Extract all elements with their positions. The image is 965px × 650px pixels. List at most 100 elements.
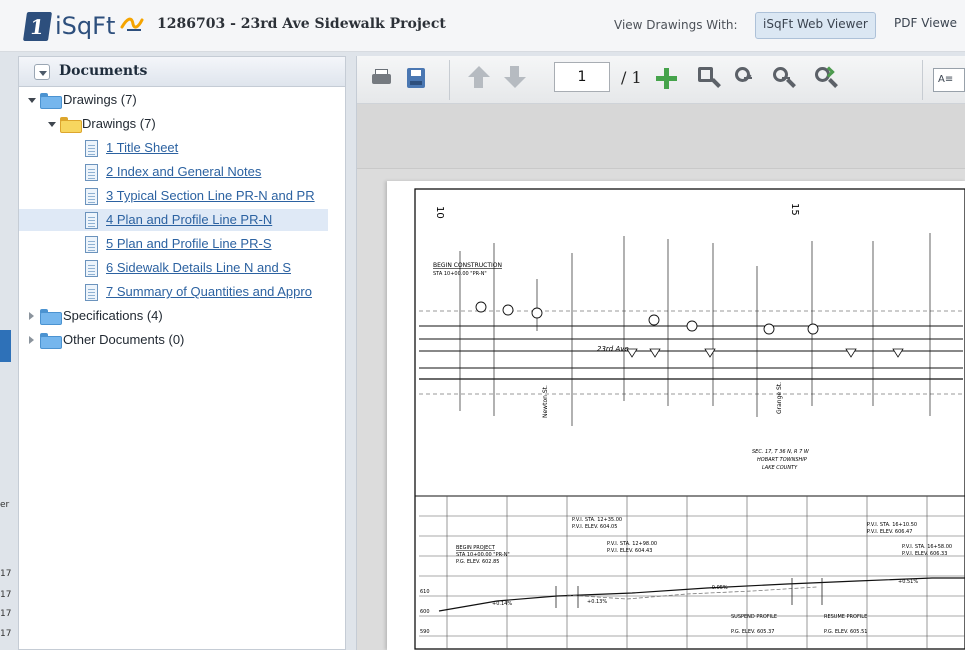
pvi-2-label: P.V.I. STA. 12+98.00 — [607, 541, 657, 547]
tree-item-drawing-4-selected[interactable]: 4 Plan and Profile Line PR-N — [19, 209, 328, 231]
plan-and-profile-drawing: 10 15 BEGIN CONSTRUCTION STA 10+00.00 "P… — [414, 188, 965, 650]
document-icon — [85, 260, 98, 277]
right-road-label: Grange St. — [776, 382, 783, 414]
drawing-viewer: / 1 A≡ 10 15 — [356, 56, 965, 650]
zoom-in-icon — [735, 67, 752, 82]
document-icon — [85, 164, 98, 181]
tree-item-drawing-3[interactable]: 3 Typical Section Line PR-N and PR — [19, 185, 329, 207]
pvi-4-label: P.V.I. STA. 16+58.00 — [902, 544, 952, 550]
logo-mark-text: 1 — [28, 15, 46, 39]
zoom-window-button[interactable] — [696, 66, 721, 91]
tree-item-specifications[interactable]: Specifications (4) — [19, 305, 319, 327]
save-icon — [407, 68, 425, 88]
document-icon — [85, 284, 98, 301]
expand-arrow-down-icon[interactable] — [28, 96, 36, 104]
logo-swoosh-icon — [120, 17, 144, 31]
resume-profile-elevation: P.G. ELEV. 605.51 — [824, 629, 867, 635]
print-button[interactable] — [369, 66, 394, 91]
next-page-button[interactable] — [502, 66, 527, 91]
drawing-link[interactable]: 3 Typical Section Line PR-N and PR — [106, 188, 315, 203]
tree-item-other-documents[interactable]: Other Documents (0) — [19, 329, 319, 351]
tree-item-label: Specifications (4) — [63, 308, 163, 323]
expand-arrow-down-icon[interactable] — [48, 120, 56, 128]
begin-project-label: BEGIN PROJECT — [456, 545, 496, 551]
drawing-link[interactable]: 4 Plan and Profile Line PR-N — [106, 212, 272, 227]
left-clipped-blue-tab — [0, 330, 11, 362]
suspend-profile-label: SUSPEND PROFILE — [731, 614, 777, 620]
collapse-panel-button[interactable] — [34, 64, 50, 80]
zoom-out-icon — [773, 67, 790, 82]
toolbar-divider — [922, 60, 923, 100]
folder-icon — [40, 93, 62, 109]
suspend-profile-elevation: P.G. ELEV. 605.37 — [731, 629, 774, 635]
pdf-viewer-button[interactable]: PDF Viewe — [887, 12, 964, 39]
grade-3-label: -0.05% — [710, 585, 728, 591]
app-window: 1 iSqFt 1286703 - 23rd Ave Sidewalk Proj… — [0, 0, 965, 650]
tree-item-label: Drawings (7) — [63, 92, 137, 107]
profile-y-label-590: 590 — [420, 629, 430, 635]
tree-item-drawing-7[interactable]: 7 Summary of Quantities and Appro — [19, 281, 329, 303]
document-icon — [85, 188, 98, 205]
text-tool-button[interactable]: A≡ — [933, 68, 965, 92]
left-clipped-text-3: 17 — [0, 590, 12, 600]
grade-1-label: +0.14% — [492, 601, 512, 607]
expand-arrow-right-icon[interactable] — [28, 312, 36, 320]
profile-y-label-600: 600 — [420, 609, 430, 615]
section-note-1: SEC. 17, T 36 N, R 7 W — [752, 449, 810, 455]
drawing-link[interactable]: 5 Plan and Profile Line PR-S — [106, 236, 271, 251]
folder-icon — [40, 333, 62, 349]
printer-body-icon — [372, 74, 391, 84]
pvi-4-elevation: P.V.I. ELEV. 606.33 — [902, 551, 947, 557]
logo-text: iSqFt — [55, 12, 116, 40]
tree-item-drawing-1[interactable]: 1 Title Sheet — [19, 137, 329, 159]
folder-icon — [40, 309, 62, 325]
section-note-3: LAKE COUNTY — [762, 465, 798, 471]
logo-mark: 1 — [22, 12, 53, 41]
zoom-fit-button[interactable] — [813, 66, 838, 91]
left-clipped-text-4: 17 — [0, 609, 12, 619]
document-icon — [85, 212, 98, 229]
tree-item-drawing-2[interactable]: 2 Index and General Notes — [19, 161, 329, 183]
view-drawings-label: View Drawings With: — [614, 18, 738, 32]
begin-project-station: STA 10+00.00 "PR-N" — [456, 552, 510, 558]
resume-profile-label: RESUME PROFILE — [824, 614, 867, 620]
isqft-web-viewer-button[interactable]: iSqFt Web Viewer — [755, 12, 876, 39]
drawing-link[interactable]: 1 Title Sheet — [106, 140, 178, 155]
pan-tool-icon[interactable] — [654, 66, 679, 91]
station-label-left: 10 — [434, 206, 445, 219]
header: 1 iSqFt 1286703 - 23rd Ave Sidewalk Proj… — [0, 0, 965, 52]
drawing-link[interactable]: 2 Index and General Notes — [106, 164, 261, 179]
left-road-label: Newton St. — [542, 385, 549, 418]
left-clipped-text-1: er — [0, 500, 10, 510]
zoom-in-button[interactable] — [733, 66, 758, 91]
grade-4-label: +0.51% — [898, 579, 918, 585]
page-number-input[interactable] — [554, 62, 610, 92]
save-button[interactable] — [404, 66, 429, 91]
viewer-gray-band — [357, 104, 965, 169]
toolbar-divider — [449, 60, 450, 100]
tree-item-drawing-6[interactable]: 6 Sidewalk Details Line N and S — [19, 257, 329, 279]
begin-project-elevation: P.G. ELEV. 602.85 — [456, 559, 499, 565]
documents-panel: Documents Drawings (7) Drawings (7) 1 Ti… — [18, 56, 346, 650]
pvi-3-elevation: P.V.I. ELEV. 606.47 — [867, 529, 912, 535]
drawing-page[interactable]: 10 15 BEGIN CONSTRUCTION STA 10+00.00 "P… — [387, 181, 965, 650]
begin-construction-label: BEGIN CONSTRUCTION — [433, 262, 502, 269]
pvi-3-label: P.V.I. STA. 16+10.50 — [867, 522, 917, 528]
left-clipped-text-5: 17 — [0, 629, 12, 639]
left-clipped-text-2: 17 — [0, 569, 12, 579]
previous-page-button[interactable] — [466, 66, 491, 91]
documents-panel-title: Documents — [59, 63, 148, 79]
tree-item-drawings-folder[interactable]: Drawings (7) — [19, 113, 319, 135]
zoom-out-button[interactable] — [771, 66, 796, 91]
drawing-link[interactable]: 6 Sidewalk Details Line N and S — [106, 260, 291, 275]
zoom-window-icon — [698, 67, 713, 82]
tree-item-drawings-root[interactable]: Drawings (7) — [19, 89, 319, 111]
isqft-logo: 1 iSqFt — [22, 10, 144, 44]
tree-item-label: Drawings (7) — [82, 116, 156, 131]
drawing-link[interactable]: 7 Summary of Quantities and Appro — [106, 284, 312, 299]
tree-item-drawing-5[interactable]: 5 Plan and Profile Line PR-S — [19, 233, 329, 255]
page-total-label: / 1 — [621, 68, 642, 87]
viewer-toolbar: / 1 A≡ — [357, 56, 965, 104]
expand-arrow-right-icon[interactable] — [28, 336, 36, 344]
street-label: 23rd Ave — [597, 345, 629, 353]
